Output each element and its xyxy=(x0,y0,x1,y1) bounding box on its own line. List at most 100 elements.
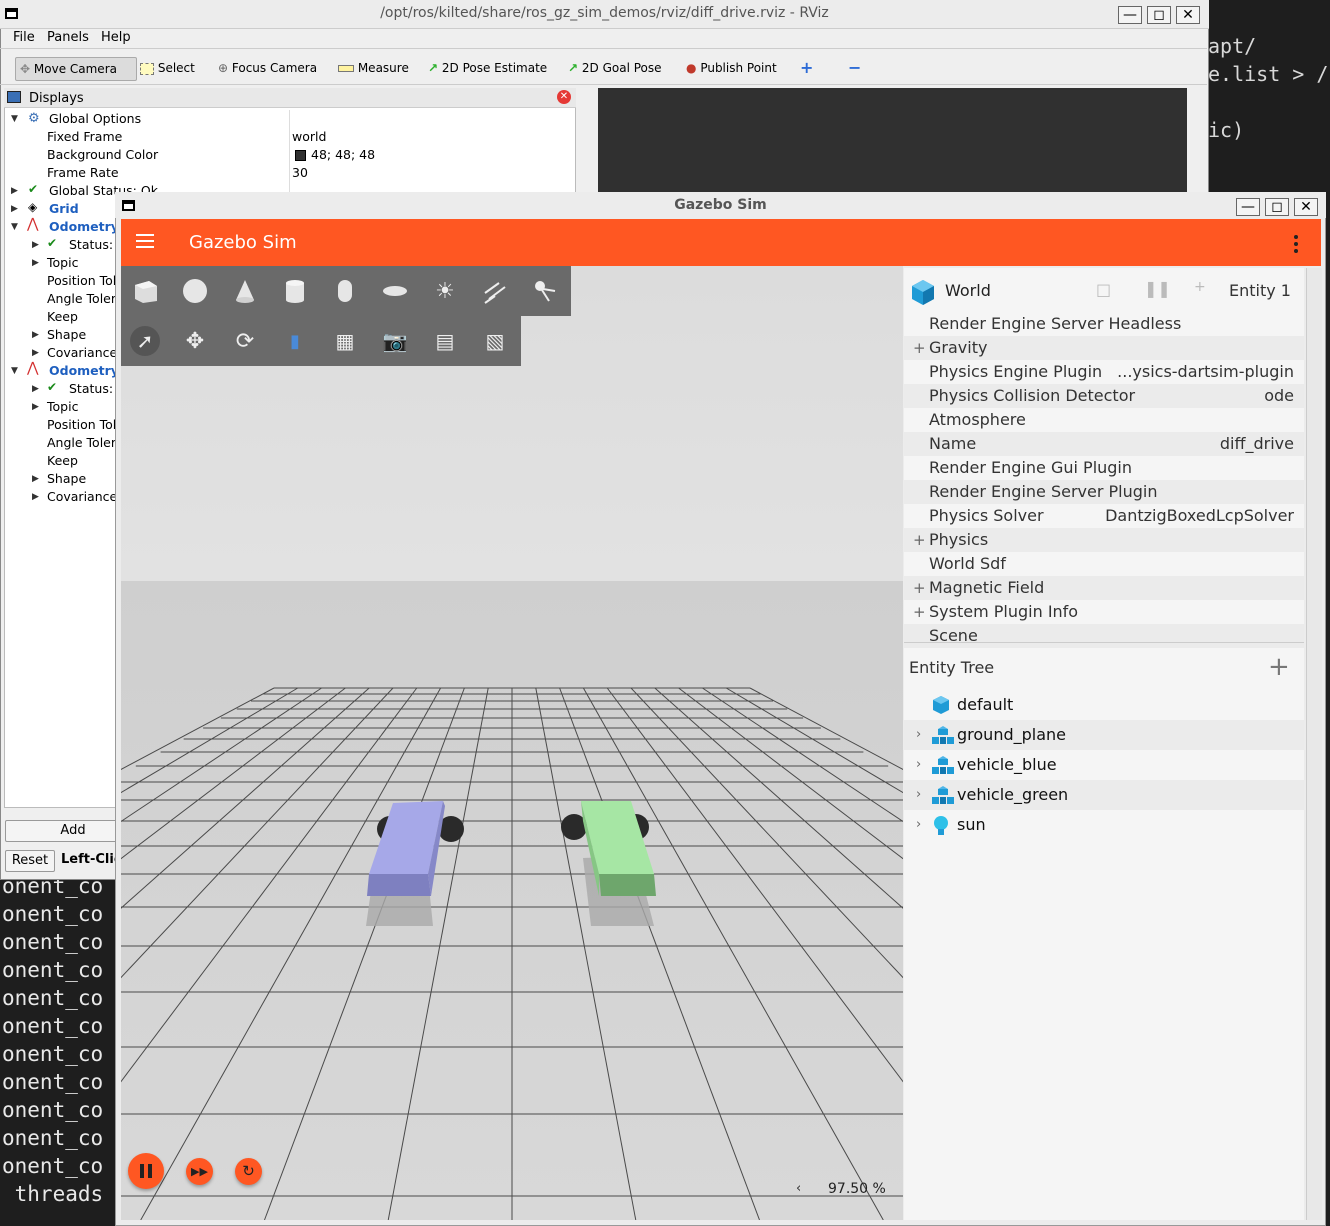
tree-status[interactable]: Status: xyxy=(69,380,113,398)
tree-shape[interactable]: Shape xyxy=(47,326,86,344)
tree-angle-tolerance[interactable]: Angle Tolera xyxy=(47,290,124,308)
collapse-arrow-icon[interactable]: ▶ xyxy=(32,384,39,394)
spot-light-tool-button[interactable] xyxy=(530,276,560,306)
tree-topic[interactable]: Topic xyxy=(47,398,78,416)
select-button[interactable]: Select xyxy=(136,57,199,79)
pose-estimate-button[interactable]: ↗ 2D Pose Estimate xyxy=(424,57,551,79)
select-mode-button[interactable]: ➚ xyxy=(130,326,160,356)
tree-position-tolerance[interactable]: Position Tol xyxy=(47,416,116,434)
tree-keep[interactable]: Keep xyxy=(47,452,78,470)
collapse-arrow-icon[interactable]: ▶ xyxy=(32,330,39,340)
tree-position-tolerance[interactable]: Position Tol xyxy=(47,272,116,290)
entity-tree-item[interactable]: › vehicle_green xyxy=(904,780,1304,810)
property-row[interactable]: Render Engine Gui Plugin xyxy=(904,456,1304,480)
entity-tree-item[interactable]: › vehicle_blue xyxy=(904,750,1304,780)
point-light-tool-button[interactable]: ☀ xyxy=(430,276,460,306)
close-button[interactable]: ✕ xyxy=(1294,198,1318,216)
pause-updates-icon[interactable]: ❚❚ xyxy=(1144,279,1171,298)
cylinder-tool-button[interactable] xyxy=(280,276,310,306)
add-component-icon[interactable]: + xyxy=(1194,279,1206,295)
tree-keep[interactable]: Keep xyxy=(47,308,78,326)
expand-plus-icon[interactable]: + xyxy=(913,576,926,600)
box-tool-button[interactable] xyxy=(130,276,160,306)
move-camera-button[interactable]: ✥ Move Camera xyxy=(15,57,137,81)
minimize-button[interactable]: — xyxy=(1236,198,1260,216)
entity-tree-item[interactable]: › ground_plane xyxy=(904,720,1304,750)
translate-mode-button[interactable]: ✥ xyxy=(180,326,210,356)
expand-arrow-icon[interactable]: ▼ xyxy=(11,366,18,376)
tree-grid[interactable]: Grid xyxy=(49,200,79,218)
collapse-arrow-icon[interactable]: ▶ xyxy=(32,348,39,358)
tree-frame-rate[interactable]: Frame Rate xyxy=(47,164,119,182)
property-row[interactable]: Scene xyxy=(904,624,1304,648)
collapse-arrow-icon[interactable]: ▶ xyxy=(32,492,39,502)
close-panel-icon[interactable]: ✕ xyxy=(557,90,571,104)
ellipsoid-tool-button[interactable] xyxy=(380,276,410,306)
lock-icon[interactable]: □ xyxy=(1096,280,1111,299)
expand-plus-icon[interactable]: + xyxy=(913,600,926,624)
entity-tree-item[interactable]: › sun xyxy=(904,810,1304,840)
expand-arrow-icon[interactable]: ▼ xyxy=(11,222,18,232)
directional-light-tool-button[interactable] xyxy=(480,276,510,306)
tree-odometry[interactable]: Odometry xyxy=(49,218,119,236)
collapse-arrow-icon[interactable]: ▶ xyxy=(32,474,39,484)
reset-button[interactable]: Reset xyxy=(5,850,55,872)
collapse-arrow-icon[interactable]: ▶ xyxy=(32,240,39,250)
property-row[interactable]: + Physics xyxy=(904,528,1304,552)
property-row[interactable]: + System Plugin Info xyxy=(904,600,1304,624)
add-entity-icon[interactable]: + xyxy=(1268,652,1290,682)
pause-button[interactable] xyxy=(128,1153,164,1189)
property-row[interactable]: Atmosphere xyxy=(904,408,1304,432)
property-row[interactable]: Render Engine Server Headless xyxy=(904,312,1304,336)
frame-rate-value[interactable]: 30 xyxy=(292,164,308,182)
expand-plus-icon[interactable]: + xyxy=(913,528,926,552)
remove-tool-button[interactable]: − xyxy=(844,57,865,79)
collapse-arrow-icon[interactable]: ▶ xyxy=(11,186,18,196)
tree-covariance[interactable]: Covariance xyxy=(47,488,117,506)
screenshot-button[interactable]: 📷 xyxy=(380,326,410,356)
menu-panels[interactable]: Panels xyxy=(47,30,89,45)
collapse-arrow-icon[interactable]: ▶ xyxy=(32,258,39,268)
maximize-button[interactable]: ◻ xyxy=(1147,6,1171,24)
tree-covariance[interactable]: Covariance xyxy=(47,344,117,362)
fixed-frame-value[interactable]: world xyxy=(292,128,326,146)
copy-button[interactable]: ▤ xyxy=(430,326,460,356)
property-row[interactable]: Render Engine Server Plugin xyxy=(904,480,1304,504)
collapse-arrow-icon[interactable]: ▶ xyxy=(32,402,39,412)
add-tool-button[interactable]: + xyxy=(796,57,817,79)
tree-background-color[interactable]: Background Color xyxy=(47,146,158,164)
paste-button[interactable]: ▧ xyxy=(480,326,510,356)
goal-pose-button[interactable]: ↗ 2D Goal Pose xyxy=(564,57,666,79)
chevron-right-icon[interactable]: › xyxy=(916,750,921,780)
tree-global-options[interactable]: Global Options xyxy=(49,110,141,128)
cone-tool-button[interactable] xyxy=(230,276,260,306)
sphere-tool-button[interactable] xyxy=(180,276,210,306)
color-swatch[interactable] xyxy=(295,150,306,161)
property-row[interactable]: Name diff_drive xyxy=(904,432,1304,456)
focus-camera-button[interactable]: ⊕ Focus Camera xyxy=(214,57,321,79)
property-row[interactable]: World Sdf xyxy=(904,552,1304,576)
expand-arrow-icon[interactable]: ▼ xyxy=(11,114,18,124)
capsule-tool-button[interactable] xyxy=(330,276,360,306)
chevron-right-icon[interactable]: › xyxy=(916,810,921,840)
maximize-button[interactable]: ◻ xyxy=(1265,198,1289,216)
collapse-arrow-icon[interactable]: ▶ xyxy=(11,204,18,214)
gazebo-3d-scene[interactable] xyxy=(0,266,1330,1221)
entity-tree-item[interactable]: default xyxy=(904,690,1304,720)
reset-simulation-button[interactable]: ↻ xyxy=(235,1158,262,1185)
tree-fixed-frame[interactable]: Fixed Frame xyxy=(47,128,122,146)
menu-file[interactable]: File xyxy=(13,30,35,45)
property-row[interactable]: Physics Collision Detector ode xyxy=(904,384,1304,408)
menu-help[interactable]: Help xyxy=(101,30,131,45)
measure-button[interactable]: Measure xyxy=(334,57,413,79)
background-color-value[interactable]: 48; 48; 48 xyxy=(311,146,375,164)
property-row[interactable]: + Gravity xyxy=(904,336,1304,360)
property-row[interactable]: Physics Engine Plugin ...ysics-dartsim-pl… xyxy=(904,360,1304,384)
tree-angle-tolerance[interactable]: Angle Tolera xyxy=(47,434,124,452)
tree-odometry[interactable]: Odometry xyxy=(49,362,119,380)
rotate-mode-button[interactable]: ⟳ xyxy=(230,326,260,356)
grid-config-button[interactable]: ▦ xyxy=(330,326,360,356)
property-row[interactable]: + Magnetic Field xyxy=(904,576,1304,600)
collapse-stats-icon[interactable]: ‹ xyxy=(796,1181,801,1196)
tree-shape[interactable]: Shape xyxy=(47,470,86,488)
